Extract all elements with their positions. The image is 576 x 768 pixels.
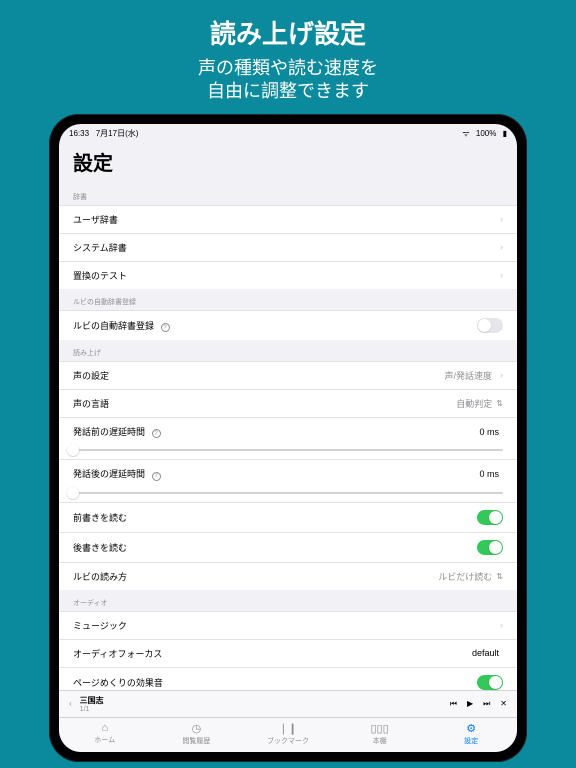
promo-sub: 声の種類や読む速度を自由に調整できます <box>198 57 378 104</box>
gear-icon: ⚙ <box>466 722 476 735</box>
tab-bookmark[interactable]: ❘❙ ブックマーク <box>242 722 334 746</box>
close-icon[interactable]: ✕ <box>500 699 507 708</box>
status-date: 7月17日(水) <box>96 129 139 138</box>
ruby-auto-row[interactable]: ルビの自動辞書登録 ? <box>59 310 517 340</box>
rewind-icon[interactable]: ⏮ <box>450 699 457 709</box>
music-row[interactable]: ミュージック › <box>59 611 517 639</box>
read-afterword-switch[interactable] <box>477 540 503 555</box>
chevron-right-icon: › <box>496 215 503 224</box>
audio-focus-row[interactable]: オーディオフォーカス default <box>59 639 517 667</box>
dict-section-header: 辞書 <box>59 184 517 205</box>
player-title: 三国志 <box>80 695 104 706</box>
ruby-section-header: ルビの自動辞書登録 <box>59 289 517 310</box>
updown-icon: ⇅ <box>496 572 503 581</box>
battery-icon: ▮ <box>503 129 507 138</box>
clock-icon: ◷ <box>192 722 202 735</box>
page-title: 設定 <box>59 141 517 184</box>
page-se-row[interactable]: ページめくりの効果音 <box>59 667 517 690</box>
tab-history[interactable]: ◷ 閲覧履歴 <box>151 722 243 746</box>
status-time: 16:33 <box>69 129 89 138</box>
forward-icon[interactable]: ⏭ <box>483 699 490 709</box>
read-section-header: 読み上げ <box>59 340 517 361</box>
chevron-right-icon: › <box>496 621 503 630</box>
audio-section-header: オーディオ <box>59 590 517 611</box>
tab-shelf[interactable]: ▯▯▯ 本棚 <box>334 722 426 746</box>
page-se-switch[interactable] <box>477 675 503 690</box>
user-dict-row[interactable]: ユーザ辞書 › <box>59 205 517 233</box>
chevron-right-icon: › <box>496 243 503 252</box>
system-dict-row[interactable]: システム辞書 › <box>59 233 517 261</box>
pre-delay-slider[interactable] <box>59 445 517 460</box>
promo-title: 読み上げ設定 <box>198 14 378 51</box>
pre-delay-row[interactable]: 発話前の遅延時間 ? 0 ms <box>59 417 517 446</box>
tab-home[interactable]: ⌂ ホーム <box>59 722 151 746</box>
shelf-icon: ▯▯▯ <box>370 722 388 735</box>
chevron-down-icon[interactable]: ‹ <box>69 699 72 708</box>
battery-text: 100% <box>476 129 496 138</box>
wifi-icon: ᯤ <box>462 129 469 138</box>
bookmark-icon: ❘❙ <box>279 722 297 735</box>
status-bar: 16:33 7月17日(水) ᯤ 100% ▮ <box>59 124 517 141</box>
updown-icon: ⇅ <box>496 399 503 408</box>
voice-lang-row[interactable]: 声の言語 自動判定 ⇅ <box>59 389 517 417</box>
settings-list[interactable]: 辞書 ユーザ辞書 › システム辞書 › 置換のテスト › ルビの自動辞書登録 <box>59 184 517 690</box>
info-icon[interactable]: ? <box>161 323 170 332</box>
replace-test-row[interactable]: 置換のテスト › <box>59 261 517 289</box>
screen: 16:33 7月17日(水) ᯤ 100% ▮ 設定 辞書 ユーザ辞書 › シス… <box>59 124 517 752</box>
promo-block: 読み上げ設定 声の種類や読む速度を自由に調整できます <box>198 0 378 114</box>
player-progress: 1/1 <box>80 706 104 713</box>
device-frame: 16:33 7月17日(水) ᯤ 100% ▮ 設定 辞書 ユーザ辞書 › シス… <box>49 114 527 762</box>
read-foreword-row[interactable]: 前書きを読む <box>59 503 517 532</box>
tab-settings[interactable]: ⚙ 設定 <box>425 722 517 746</box>
info-icon[interactable]: ? <box>152 472 161 481</box>
play-icon[interactable]: ▶ <box>467 699 473 708</box>
post-delay-slider[interactable] <box>59 488 517 503</box>
home-icon: ⌂ <box>101 722 108 734</box>
tab-bar: ⌂ ホーム ◷ 閲覧履歴 ❘❙ ブックマーク ▯▯▯ 本棚 ⚙ 設定 <box>59 717 517 752</box>
chevron-right-icon: › <box>496 271 503 280</box>
mini-player: ‹ 三国志 1/1 ⏮ ▶ ⏭ ✕ <box>59 690 517 717</box>
ruby-mode-row[interactable]: ルビの読み方 ルビだけ読む ⇅ <box>59 562 517 590</box>
post-delay-row[interactable]: 発話後の遅延時間 ? 0 ms <box>59 460 517 488</box>
read-foreword-switch[interactable] <box>477 510 503 525</box>
info-icon[interactable]: ? <box>152 429 161 438</box>
chevron-right-icon: › <box>496 371 503 380</box>
voice-settings-row[interactable]: 声の設定 声/発話速度 › <box>59 361 517 389</box>
ruby-auto-switch[interactable] <box>477 318 503 333</box>
read-afterword-row[interactable]: 後書きを読む <box>59 532 517 562</box>
